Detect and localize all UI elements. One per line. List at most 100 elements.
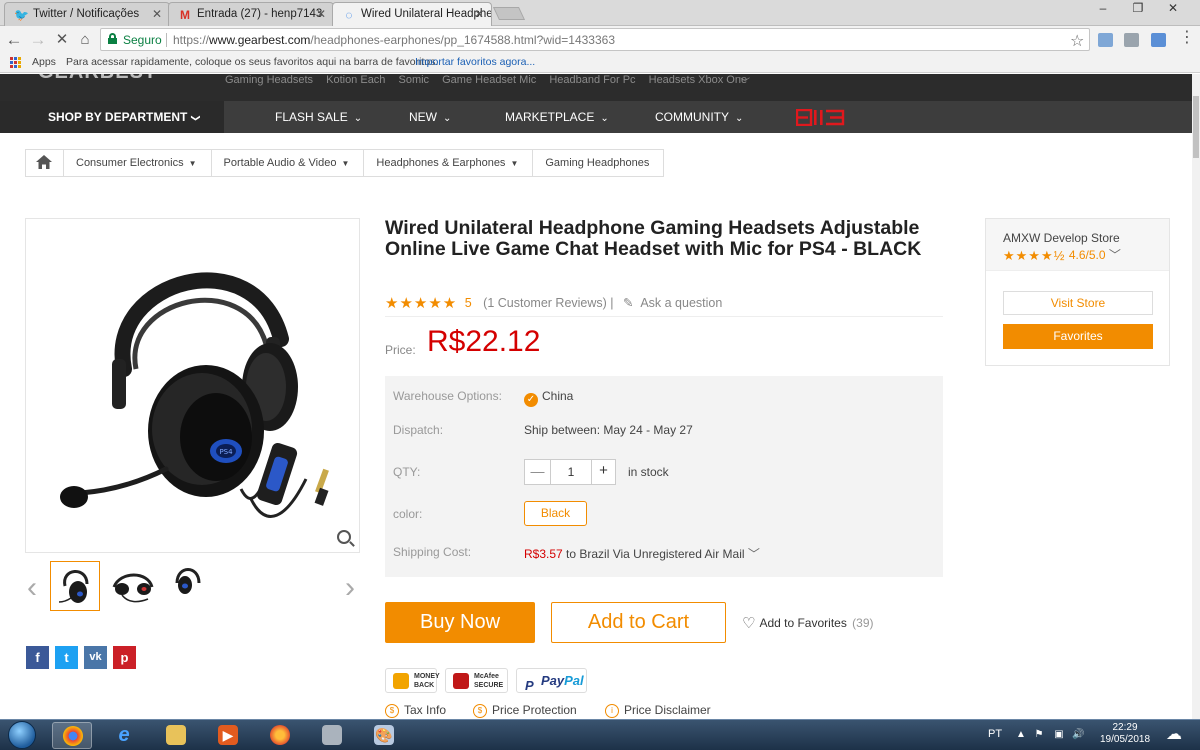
thumbnail-3[interactable] — [163, 561, 213, 611]
warehouse-option[interactable]: ✓ China — [524, 389, 573, 407]
breadcrumb-home[interactable] — [26, 150, 64, 176]
facebook-share-icon[interactable]: f — [26, 646, 49, 669]
extension-icon[interactable] — [1098, 33, 1113, 47]
breadcrumb-item[interactable]: Consumer Electronics ▼ — [64, 150, 212, 176]
volume-icon[interactable]: 🔊 — [1072, 729, 1084, 741]
close-icon[interactable]: ✕ — [474, 3, 484, 25]
breadcrumb-item[interactable]: Headphones & Earphones ▼ — [364, 150, 534, 176]
favorites-button[interactable]: Favorites — [1003, 324, 1153, 349]
visit-store-button[interactable]: Visit Store — [1003, 291, 1153, 315]
bookmarks-bar: Apps Para acessar rapidamente, coloque o… — [0, 53, 1200, 73]
taskbar-media[interactable]: ▶ — [208, 722, 248, 749]
vk-share-icon[interactable]: vk — [84, 646, 107, 669]
next-image-button[interactable]: › — [340, 573, 360, 604]
price-protection-link[interactable]: $ Price Protection — [473, 703, 577, 718]
taskbar-explorer[interactable] — [156, 722, 196, 749]
hot-link[interactable]: Kotion Each — [326, 74, 385, 86]
taskbar-firefox[interactable] — [260, 722, 300, 749]
tab-title: Entrada (27) - henp7143 — [197, 8, 323, 20]
shop-by-department-menu[interactable]: SHOP BY DEPARTMENT ❯ — [0, 101, 224, 133]
buy-now-button[interactable]: Buy Now — [385, 602, 535, 643]
tab-twitter[interactable]: 🐦 Twitter / Notificações ✕ — [4, 2, 170, 26]
system-clock[interactable]: 22:29 19/05/2018 — [1100, 722, 1150, 746]
hot-link[interactable]: Headsets Xbox One — [649, 74, 747, 86]
stop-icon[interactable]: ✕ — [52, 30, 72, 50]
back-icon[interactable]: ← — [4, 30, 24, 50]
elephone-logo-icon[interactable] — [796, 109, 846, 126]
taskbar-paint[interactable]: 🎨 — [364, 722, 404, 749]
network-icon[interactable]: ▣ — [1053, 729, 1065, 741]
taskbar-ie[interactable]: e — [104, 722, 144, 749]
apps-link[interactable]: Apps — [32, 53, 56, 72]
chevron-down-icon[interactable]: ﹀ — [740, 74, 750, 89]
product-main-image[interactable]: PS4 — [25, 218, 360, 553]
hot-link[interactable]: Game Headset Mic — [442, 74, 536, 86]
ask-question-link[interactable]: Ask a question — [640, 296, 722, 310]
quantity-input[interactable]: 1 — [551, 460, 591, 484]
address-bar[interactable]: Seguro https://www.gearbest.com/headphon… — [100, 28, 1090, 51]
price-disclaimer-link[interactable]: i Price Disclaimer — [605, 703, 711, 718]
nav-marketplace[interactable]: MARKETPLACE ⌄ — [505, 101, 609, 133]
home-icon[interactable]: ⌂ — [75, 30, 95, 50]
increase-qty-button[interactable]: + — [591, 460, 615, 484]
badge-text: BACK — [414, 682, 435, 689]
twitter-share-icon[interactable]: t — [55, 646, 78, 669]
add-to-cart-button[interactable]: Add to Cart — [551, 602, 726, 643]
tax-icon: $ — [385, 704, 399, 718]
thumbnail-2[interactable] — [108, 561, 158, 611]
restore-icon[interactable]: ❐ — [1125, 0, 1151, 18]
qty-label: QTY: — [393, 465, 421, 479]
nav-flash-sale[interactable]: FLASH SALE ⌄ — [275, 101, 362, 133]
apps-icon[interactable] — [10, 57, 21, 68]
store-rating[interactable]: ★★★★½ 4.6/5.0 ﹀ — [1003, 246, 1121, 264]
prev-image-button[interactable]: ‹ — [22, 573, 42, 604]
add-to-favorites-link[interactable]: ♡ Add to Favorites (39) — [742, 614, 874, 632]
scrollbar-thumb[interactable] — [1193, 96, 1199, 158]
tab-gearbest[interactable]: ◌ Wired Unilateral Headphe ✕ — [332, 2, 492, 26]
hot-link[interactable]: Somic — [399, 74, 430, 86]
page-scrollbar[interactable] — [1192, 74, 1200, 719]
nav-label: NEW — [409, 110, 437, 124]
menu-icon[interactable]: ⋮ — [1179, 30, 1195, 46]
nav-new[interactable]: NEW ⌄ — [409, 101, 451, 133]
flag-icon[interactable]: ⚑ — [1033, 729, 1045, 741]
chevron-down-icon: ⌄ — [443, 113, 452, 124]
clock-date: 19/05/2018 — [1100, 734, 1151, 745]
site-logo[interactable]: GEARBEST — [38, 74, 157, 84]
import-bookmarks-link[interactable]: Importar favoritos agora... — [415, 53, 535, 72]
hot-link[interactable]: Headband For Pc — [549, 74, 635, 86]
shipping-selector[interactable]: R$3.57 to Brazil Via Unregistered Air Ma… — [524, 545, 760, 562]
minimize-icon[interactable]: – — [1090, 0, 1116, 18]
extension-icon[interactable] — [1151, 33, 1166, 47]
breadcrumb-item[interactable]: Gaming Headphones — [533, 150, 665, 176]
close-icon[interactable]: ✕ — [316, 3, 326, 25]
extension-icon[interactable] — [1124, 33, 1139, 47]
pinterest-share-icon[interactable]: p — [113, 646, 136, 669]
language-indicator[interactable]: PT — [988, 728, 1002, 740]
link-label: Price Disclaimer — [624, 703, 711, 717]
thumbnail-1[interactable] — [50, 561, 100, 611]
lock-icon — [108, 33, 117, 44]
breadcrumb-item[interactable]: Portable Audio & Video ▼ — [212, 150, 365, 176]
taskbar-app[interactable] — [312, 722, 352, 749]
taskbar-chrome[interactable] — [52, 722, 92, 749]
hot-link[interactable]: Gaming Headsets — [225, 74, 313, 86]
decrease-qty-button[interactable]: — — [525, 460, 551, 484]
tab-gmail[interactable]: M Entrada (27) - henp7143 ✕ — [168, 2, 334, 26]
zoom-icon[interactable] — [337, 530, 351, 544]
forward-icon[interactable]: → — [28, 30, 48, 50]
start-button[interactable] — [4, 720, 42, 750]
nav-community[interactable]: COMMUNITY ⌄ — [655, 101, 743, 133]
bookmarks-hint: Para acessar rapidamente, coloque os seu… — [66, 56, 439, 68]
bookmark-star-icon[interactable]: ☆ — [1070, 31, 1084, 51]
store-name[interactable]: AMXW Develop Store — [1003, 231, 1120, 245]
reviews-link[interactable]: (1 Customer Reviews) — [483, 296, 607, 310]
close-window-icon[interactable]: ✕ — [1160, 0, 1186, 18]
color-option-black[interactable]: Black — [524, 501, 587, 526]
tray-arrow-icon[interactable]: ▲ — [1015, 729, 1027, 741]
tax-info-link[interactable]: $ Tax Info — [385, 703, 446, 718]
close-icon[interactable]: ✕ — [152, 3, 162, 25]
cloud-icon[interactable]: ☁ — [1162, 727, 1186, 743]
product-options-panel: Warehouse Options: ✓ China Dispatch: Ship… — [385, 376, 943, 577]
new-tab-button[interactable] — [492, 7, 526, 20]
